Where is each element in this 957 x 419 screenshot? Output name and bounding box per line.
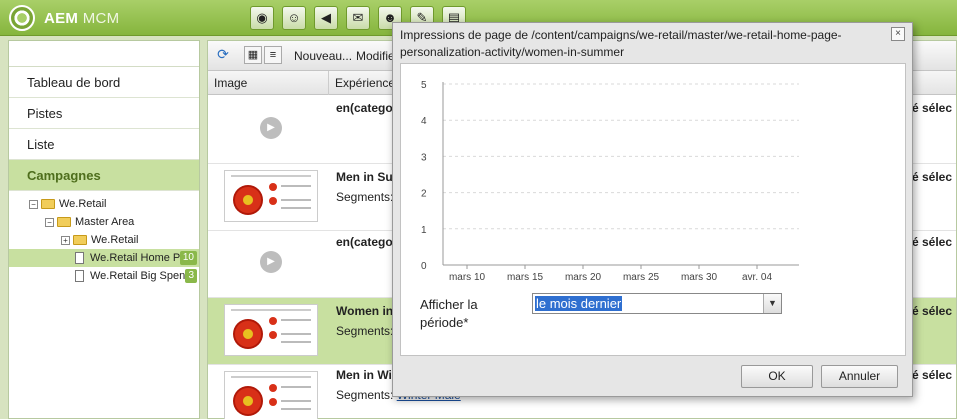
- ok-button[interactable]: OK: [741, 365, 813, 388]
- row-status: té sélec: [908, 101, 953, 115]
- page-impressions-dialog: Impressions de page de /content/campaign…: [392, 22, 913, 397]
- aem-logo-icon[interactable]: [9, 5, 35, 31]
- count-badge: 10: [179, 251, 197, 265]
- app-module: MCM: [82, 10, 120, 27]
- app-title: AEM MCM: [44, 10, 119, 27]
- experience-title: en(catego: [336, 101, 393, 115]
- x-tick-label: mars 30: [681, 272, 718, 283]
- y-tick-label: 4: [421, 116, 427, 127]
- expand-icon[interactable]: +: [61, 235, 70, 245]
- chevron-down-icon[interactable]: ▼: [763, 294, 781, 313]
- list-view-icon[interactable]: ≡: [264, 46, 282, 64]
- folder-icon: [57, 217, 71, 228]
- x-tick-label: mars 10: [449, 272, 486, 283]
- globe-icon[interactable]: ◉: [250, 6, 274, 30]
- x-tick-label: avr. 04: [742, 272, 772, 283]
- collapse-icon[interactable]: −: [45, 217, 54, 227]
- row-status: té sélec: [908, 304, 953, 318]
- close-icon[interactable]: ×: [891, 27, 905, 41]
- video-placeholder-icon: ▶: [260, 251, 282, 273]
- page-icon: [75, 270, 84, 283]
- tree-item-label: Master Area: [75, 216, 135, 228]
- new-button[interactable]: Nouveau...: [294, 49, 352, 63]
- cancel-button[interactable]: Annuler: [821, 365, 898, 388]
- period-select-value: le mois dernier: [535, 296, 623, 311]
- tree-item-label: We.Retail Home Pa: [90, 252, 187, 264]
- experience-thumbnail: [224, 371, 318, 419]
- tree-item[interactable]: − Master Area: [9, 213, 199, 231]
- segments-label: Segments:: [336, 324, 394, 338]
- grid-view-icon[interactable]: ▦: [244, 46, 262, 64]
- left-panel: Tableau de bord Pistes Liste Campagnes −…: [8, 40, 200, 419]
- dialog-body: 0 1 2 3 4 5 mars 10 mars 15 mars 20 mars 25 mars 3…: [400, 63, 906, 356]
- impressions-chart: 0 1 2 3 4 5 mars 10 mars 15 mars 20 mars 25 mars 3…: [421, 80, 799, 283]
- folder-icon: [73, 235, 87, 246]
- tree-item-label: We.Retail: [59, 198, 107, 210]
- mail-icon[interactable]: ✉: [346, 6, 370, 30]
- y-tick-label: 1: [421, 225, 427, 236]
- experience-title: Men in Win: [336, 368, 400, 382]
- left-panel-header: [9, 41, 199, 67]
- y-tick-label: 0: [421, 261, 427, 272]
- x-tick-label: mars 20: [565, 272, 602, 283]
- period-label: Afficher la période*: [420, 297, 478, 330]
- tree-item[interactable]: + We.Retail: [9, 231, 199, 249]
- app-name: AEM: [44, 10, 79, 27]
- y-tick-label: 3: [421, 152, 427, 163]
- page-icon: [75, 252, 84, 265]
- row-status: té sélec: [908, 368, 953, 382]
- x-tick-label: mars 15: [507, 272, 544, 283]
- sidebar-item-campaigns[interactable]: Campagnes: [9, 160, 199, 191]
- segments-label: Segments:: [336, 190, 394, 204]
- period-select[interactable]: le mois dernier ▼: [532, 293, 782, 314]
- experience-title: Women in: [336, 304, 394, 318]
- row-status: té sélec: [908, 235, 953, 249]
- campaign-icon[interactable]: ◀: [314, 6, 338, 30]
- count-badge: 3: [185, 269, 197, 283]
- experience-title: Men in Sur: [336, 170, 398, 184]
- segments-label: Segments:: [336, 388, 394, 402]
- collapse-icon[interactable]: −: [29, 199, 38, 209]
- campaign-tree: − We.Retail − Master Area + We.Retail We.Re…: [9, 191, 199, 285]
- y-tick-label: 5: [421, 80, 427, 91]
- folder-icon: [41, 199, 55, 210]
- row-status: té sélec: [908, 170, 953, 184]
- dialog-title: Impressions de page de /content/campaign…: [400, 28, 842, 59]
- tree-item-label: We.Retail: [91, 234, 139, 246]
- experience-thumbnail: [224, 170, 318, 222]
- sidebar-item-dashboard[interactable]: Tableau de bord: [9, 67, 199, 98]
- y-tick-label: 2: [421, 189, 427, 200]
- refresh-icon[interactable]: ⟳: [214, 46, 232, 64]
- x-tick-label: mars 25: [623, 272, 660, 283]
- tree-item-selected[interactable]: We.Retail Home Pa 10: [9, 249, 199, 267]
- experience-thumbnail: [224, 304, 318, 356]
- tree-item[interactable]: We.Retail Big Spen 3: [9, 267, 199, 285]
- experience-title: en(catego: [336, 235, 393, 249]
- column-header-image[interactable]: Image: [208, 71, 329, 95]
- tree-item[interactable]: − We.Retail: [9, 195, 199, 213]
- video-placeholder-icon: ▶: [260, 117, 282, 139]
- people-icon[interactable]: ☺: [282, 6, 306, 30]
- sidebar-item-leads[interactable]: Pistes: [9, 98, 199, 129]
- tree-item-label: We.Retail Big Spen: [90, 270, 186, 282]
- sidebar-item-list[interactable]: Liste: [9, 129, 199, 160]
